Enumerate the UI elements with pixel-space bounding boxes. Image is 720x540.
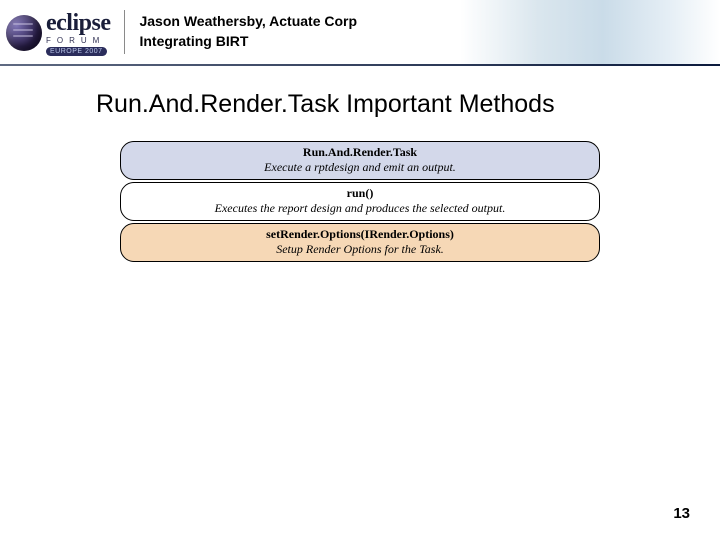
header-text: Jason Weathersby, Actuate Corp Integrati… [139,12,357,51]
slide-title: Run.And.Render.Task Important Methods [96,90,680,119]
method-desc: Setup Render Options for the Task. [131,242,589,257]
class-box: Run.And.Render.Task Execute a rptdesign … [120,141,600,180]
header-divider [124,10,125,54]
page-number: 13 [673,505,690,522]
method-box: run() Executes the report design and pro… [120,182,600,221]
method-box: setRender.Options(IRender.Options) Setup… [120,223,600,262]
class-name: Run.And.Render.Task [131,145,589,160]
class-desc: Execute a rptdesign and emit an output. [131,160,589,175]
subtitle-line: Integrating BIRT [139,32,357,52]
eclipse-orb-icon [6,15,42,51]
author-line: Jason Weathersby, Actuate Corp [139,12,357,32]
eclipse-logo: eclipse FORUM EUROPE 2007 [6,11,110,56]
method-name: run() [131,186,589,201]
logo-year-badge: EUROPE 2007 [46,47,107,56]
slide-header: eclipse FORUM EUROPE 2007 Jason Weathers… [0,0,720,64]
logo-word: eclipse [46,11,110,35]
slide-content: Run.And.Render.Task Important Methods Ru… [0,66,720,262]
logo-subtext: FORUM [46,37,110,45]
header-bg-decoration [460,0,720,64]
method-desc: Executes the report design and produces … [131,201,589,216]
method-name: setRender.Options(IRender.Options) [131,227,589,242]
